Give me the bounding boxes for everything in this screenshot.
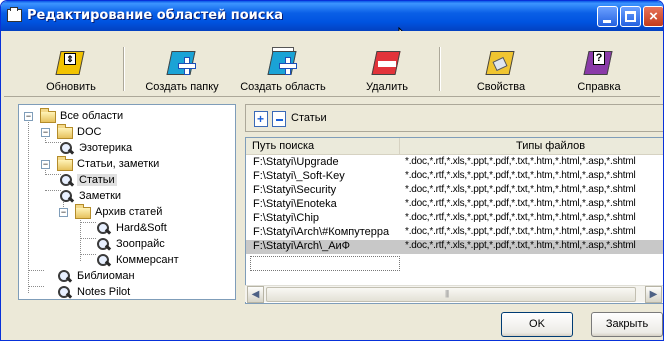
toolbar-separator (123, 47, 125, 91)
create-folder-label: Создать папку (145, 81, 219, 93)
create-area-label: Создать область (240, 81, 326, 93)
column-header-path[interactable]: Путь поиска (246, 138, 400, 155)
help-button[interactable]: ? Справка (571, 45, 627, 95)
refresh-button[interactable]: ⇕ Обновить (41, 45, 101, 95)
refresh-icon: ⇕ (55, 45, 86, 77)
types-cell: *.doc,*.rtf,*.xls,*.ppt,*.pdf,*.txt,*.ht… (405, 156, 636, 167)
collapse-toggle[interactable]: − (59, 208, 68, 217)
tree-item-label: Статьи (77, 174, 117, 186)
help-icon: ? (583, 45, 614, 77)
toolbar-separator (439, 47, 441, 91)
path-cell: F:\Statyi\Enoteka (253, 198, 337, 210)
tree-item-label: Все области (60, 110, 124, 122)
types-cell: *.doc,*.rtf,*.xls,*.ppt,*.pdf,*.txt,*.ht… (405, 198, 636, 209)
window-icon (7, 7, 22, 22)
folder-icon (75, 204, 91, 219)
magnifier-icon (59, 174, 75, 188)
minimize-button[interactable] (597, 6, 618, 27)
tree-item-label: Notes Pilot (77, 286, 131, 298)
paths-table[interactable]: Путь поиска Типы файлов F:\Statyi\Upgrad… (245, 137, 663, 304)
table-row[interactable]: F:\Statyi\Upgrade *.doc,*.rtf,*.xls,*.pp… (246, 156, 663, 170)
folder-icon (40, 108, 56, 123)
create-area-icon (267, 45, 298, 77)
magnifier-icon (57, 286, 73, 300)
tree-item-label: Статьи, заметки (77, 158, 160, 170)
table-row[interactable]: F:\Statyi\Chip *.doc,*.rtf,*.xls,*.ppt,*… (246, 212, 663, 226)
delete-icon (371, 45, 402, 77)
path-cell: F:\Statyi\_Soft-Key (253, 170, 345, 182)
collapse-toggle[interactable]: − (41, 160, 50, 169)
magnifier-icon (96, 222, 112, 236)
search-areas-dialog: Редактирование областей поиска × ⇕ Обнов… (0, 0, 664, 341)
remove-path-button[interactable] (272, 111, 286, 127)
tree-item-label: Зоопрайс (116, 238, 165, 250)
tree-item-label: Эзотерика (79, 142, 133, 154)
magnifier-icon (57, 270, 73, 284)
area-details-panel: + Статьи Путь поиска Типы файлов F:\Stat… (245, 104, 663, 304)
tree-item-label: Hard&Soft (116, 222, 167, 234)
types-cell: *.doc,*.rtf,*.xls,*.ppt,*.pdf,*.txt,*.ht… (405, 212, 636, 223)
remove-icon (276, 119, 283, 121)
types-cell: *.doc,*.rtf,*.xls,*.ppt,*.pdf,*.txt,*.ht… (405, 226, 636, 237)
path-cell: F:\Statyi\Upgrade (253, 156, 339, 168)
column-header-types[interactable]: Типы файлов (400, 138, 663, 155)
create-folder-button[interactable]: Создать папку (139, 45, 225, 95)
maximize-button[interactable] (620, 6, 641, 27)
path-cell: F:\Statyi\Arch\#Компутерра (253, 226, 390, 238)
types-cell: *.doc,*.rtf,*.xls,*.ppt,*.pdf,*.txt,*.ht… (405, 170, 636, 181)
maximize-icon (625, 11, 636, 22)
path-cell: F:\Statyi\Arch\_АиФ (253, 240, 351, 252)
magnifier-icon (96, 254, 112, 268)
tree-item-label: Заметки (79, 190, 122, 202)
ok-button[interactable]: OK (501, 312, 573, 337)
tree-item-label: DOC (77, 126, 102, 138)
help-label: Справка (577, 81, 621, 93)
properties-icon (485, 45, 516, 77)
create-folder-icon (166, 45, 197, 77)
delete-label: Удалить (366, 81, 408, 93)
scroll-left-button[interactable]: ◀ (247, 286, 264, 303)
delete-button[interactable]: Удалить (359, 45, 415, 95)
magnifier-icon (59, 142, 75, 156)
scroll-right-button[interactable]: ▶ (645, 286, 662, 303)
path-cell: F:\Statyi\Chip (253, 212, 320, 224)
main-toolbar: ⇕ Обновить Создать папку Создать область (4, 31, 660, 97)
collapse-toggle[interactable]: − (41, 128, 50, 137)
scroll-thumb[interactable] (266, 287, 636, 302)
folder-icon (57, 124, 73, 139)
magnifier-icon (96, 238, 112, 252)
types-cell: *.doc,*.rtf,*.xls,*.ppt,*.pdf,*.txt,*.ht… (405, 184, 636, 195)
refresh-label: Обновить (46, 81, 96, 93)
area-title: Статьи (291, 112, 327, 124)
create-area-button[interactable]: Создать область (237, 45, 329, 95)
window-title: Редактирование областей поиска (27, 8, 284, 23)
details-toolbar: + Статьи (245, 104, 663, 132)
table-row[interactable]: F:\Statyi\Arch\#Компутерра *.doc,*.rtf,*… (246, 226, 663, 240)
path-cell: F:\Statyi\Security (253, 184, 337, 196)
add-path-button[interactable]: + (254, 111, 268, 127)
folder-icon (57, 156, 73, 171)
tree-item-label: Коммерсант (116, 254, 179, 266)
table-row-selected[interactable]: F:\Statyi\Arch\_АиФ *.doc,*.rtf,*.xls,*.… (246, 240, 663, 254)
table-row[interactable]: F:\Statyi\Enoteka *.doc,*.rtf,*.xls,*.pp… (246, 198, 663, 212)
tree-item-label: Архив статей (95, 206, 163, 218)
properties-button[interactable]: Свойства (471, 45, 531, 95)
minimize-icon (603, 20, 611, 23)
close-button[interactable]: × (643, 6, 663, 27)
table-row[interactable]: F:\Statyi\Security *.doc,*.rtf,*.xls,*.p… (246, 184, 663, 198)
table-row[interactable]: F:\Statyi\_Soft-Key *.doc,*.rtf,*.xls,*.… (246, 170, 663, 184)
new-path-input[interactable] (250, 256, 400, 271)
close-dialog-button[interactable]: Закрыть (591, 312, 663, 337)
collapse-toggle[interactable]: − (24, 112, 33, 121)
title-bar[interactable]: Редактирование областей поиска × (1, 1, 663, 31)
horizontal-scrollbar[interactable]: ◀ ▶ (245, 285, 663, 303)
tree-item-label: Библиоман (77, 270, 135, 282)
close-icon: × (649, 8, 658, 25)
types-cell: *.doc,*.rtf,*.xls,*.ppt,*.pdf,*.txt,*.ht… (405, 240, 636, 251)
magnifier-icon (59, 190, 75, 204)
properties-label: Свойства (476, 81, 526, 93)
areas-tree[interactable]: − Все области − DOC Эзотерика − Статьи, … (18, 104, 236, 300)
add-icon: + (257, 112, 265, 126)
